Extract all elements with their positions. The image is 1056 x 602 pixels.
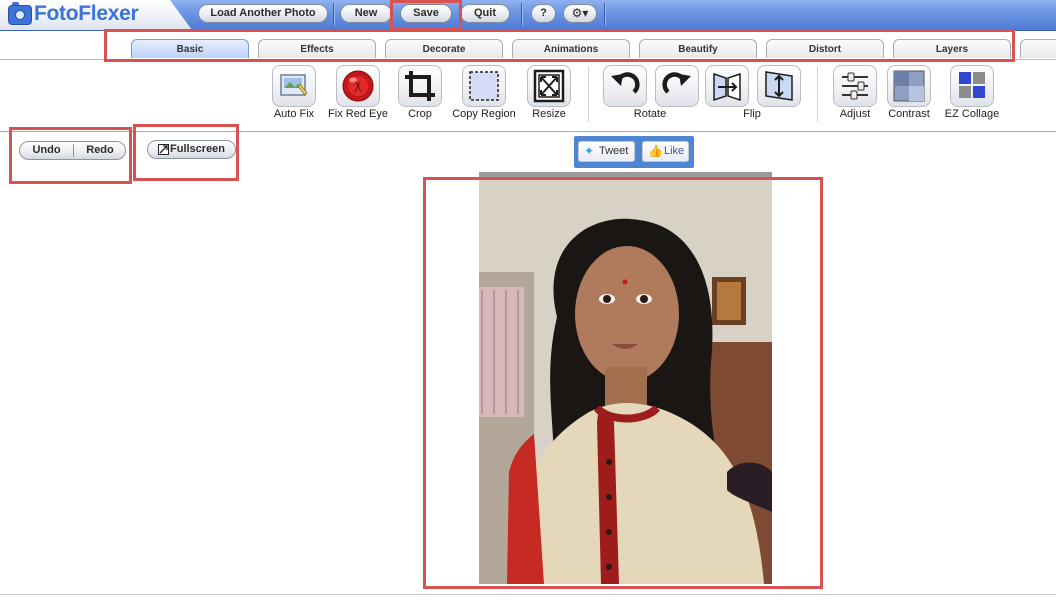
ez-collage-label: EZ Collage	[944, 108, 1000, 120]
crop-button[interactable]	[398, 65, 442, 107]
top-bar: FotoFlexer Load Another Photo New Save Q…	[0, 0, 1056, 31]
like-label: Like	[664, 145, 685, 157]
fix-red-eye-label: Fix Red Eye	[328, 108, 388, 120]
fullscreen-label: Fullscreen	[170, 143, 226, 155]
auto-fix-label: Auto Fix	[273, 108, 315, 120]
help-button[interactable]: ?	[531, 4, 556, 23]
tab-layers[interactable]: Layers	[893, 39, 1011, 58]
resize-button[interactable]	[527, 65, 571, 107]
flip-vertical-button[interactable]	[757, 65, 801, 107]
tab-distort[interactable]: Distort	[766, 39, 884, 58]
contrast-label: Contrast	[888, 108, 930, 120]
camera-icon	[8, 2, 32, 25]
crop-label: Crop	[408, 108, 432, 120]
resize-icon	[533, 69, 565, 103]
tweet-button[interactable]: ✦ Tweet	[578, 141, 635, 162]
tab-beautify[interactable]: Beautify	[639, 39, 757, 58]
rotate-left-icon	[611, 72, 640, 94]
auto-fix-icon	[280, 74, 308, 96]
copy-region-button[interactable]	[462, 65, 506, 107]
resize-label: Resize	[532, 108, 566, 120]
gear-icon: ⚙▾	[571, 6, 589, 20]
undo-button[interactable]: Undo	[20, 142, 73, 159]
divider	[817, 66, 818, 122]
logo-text: FotoFlexer	[34, 2, 139, 25]
logo: FotoFlexer	[0, 0, 192, 30]
divider	[588, 66, 589, 122]
photo-canvas[interactable]	[479, 172, 772, 584]
rotate-right-button[interactable]	[655, 65, 699, 107]
redo-button[interactable]: Redo	[74, 142, 126, 159]
sliders-icon	[842, 72, 868, 100]
settings-button[interactable]: ⚙▾	[563, 4, 597, 23]
tab-basic[interactable]: Basic	[131, 39, 249, 58]
tab-decorate[interactable]: Decorate	[385, 39, 503, 58]
footer-divider	[0, 594, 1056, 595]
divider	[521, 3, 523, 26]
collage-icon	[959, 72, 985, 98]
divider	[604, 3, 606, 26]
tweet-label: Tweet	[599, 145, 629, 157]
tab-animations[interactable]: Animations	[512, 39, 630, 58]
like-button[interactable]: 👍 Like	[642, 141, 689, 162]
copy-region-label: Copy Region	[452, 108, 516, 120]
flip-label: Flip	[743, 108, 761, 120]
tab-effects[interactable]: Effects	[258, 39, 376, 58]
contrast-icon	[893, 70, 925, 102]
flip-horizontal-icon	[713, 72, 741, 102]
quit-button[interactable]: Quit	[460, 4, 510, 23]
category-tabs: Basic Effects Decorate Animations Beauti…	[0, 31, 1056, 60]
new-button[interactable]: New	[340, 4, 392, 23]
tool-ribbon: Auto Fix Fix Red Eye Crop Copy Region Re…	[0, 60, 1056, 132]
twitter-bird-icon: ✦	[584, 144, 595, 158]
portrait-photo	[479, 172, 772, 584]
social-share-box: ✦ Tweet 👍 Like	[574, 136, 694, 168]
flip-vertical-icon	[765, 71, 793, 101]
load-another-photo-button[interactable]: Load Another Photo	[198, 4, 328, 23]
fullscreen-button[interactable]: Fullscreen	[147, 140, 236, 159]
rotate-label: Rotate	[633, 108, 667, 120]
save-button[interactable]: Save	[400, 4, 452, 23]
fullscreen-icon	[158, 144, 169, 155]
auto-fix-button[interactable]	[272, 65, 316, 107]
ez-collage-button[interactable]	[950, 65, 994, 107]
flip-horizontal-button[interactable]	[705, 65, 749, 107]
rotate-left-button[interactable]	[603, 65, 647, 107]
red-eye-icon	[342, 70, 374, 102]
copy-region-icon	[469, 71, 499, 101]
rotate-right-icon	[662, 72, 691, 94]
adjust-label: Adjust	[839, 108, 871, 120]
adjust-button[interactable]	[833, 65, 877, 107]
crop-icon	[405, 71, 435, 101]
tab-more[interactable]	[1020, 39, 1056, 58]
undo-redo-group: Undo Redo	[19, 141, 126, 160]
divider	[333, 3, 335, 26]
thumbs-up-icon: 👍	[648, 144, 663, 158]
fix-red-eye-button[interactable]	[336, 65, 380, 107]
contrast-button[interactable]	[887, 65, 931, 107]
